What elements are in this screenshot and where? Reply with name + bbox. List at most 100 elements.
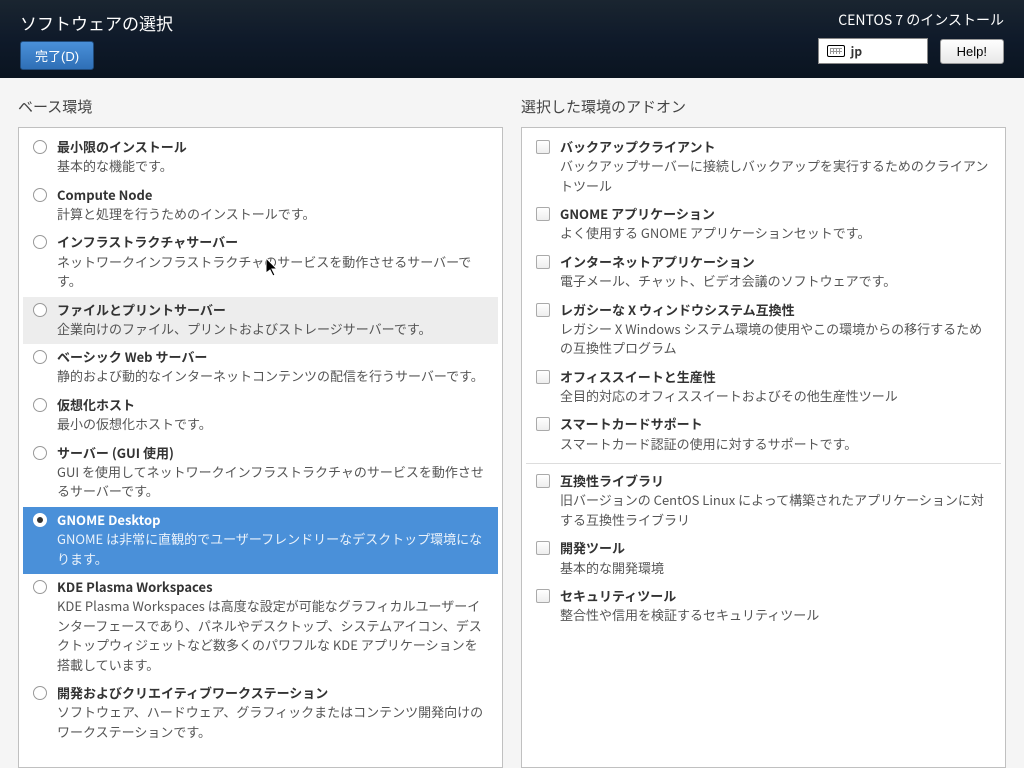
addon-item-desc: よく使用する GNOME アプリケーションセットです。 — [560, 223, 991, 243]
keyboard-icon — [827, 45, 845, 57]
addon-item-body: インターネットアプリケーション電子メール、チャット、ビデオ会議のソフトウェアです… — [560, 253, 991, 291]
radio-icon[interactable] — [33, 235, 47, 249]
base-env-item-body: KDE Plasma WorkspacesKDE Plasma Workspac… — [57, 578, 488, 674]
base-env-item-title: ファイルとプリントサーバー — [57, 301, 488, 319]
base-env-item-title: サーバー (GUI 使用) — [57, 444, 488, 462]
addons-panel: バックアップクライアントバックアップサーバーに接続しバックアップを実行するための… — [521, 127, 1006, 768]
base-env-item-desc: ネットワークインフラストラクチャのサービスを動作させるサーバーです。 — [57, 252, 488, 291]
base-env-item-body: Compute Node計算と処理を行うためのインストールです。 — [57, 186, 488, 224]
addon-item[interactable]: スマートカードサポートスマートカード認証の使用に対するサポートです。 — [526, 411, 1001, 459]
addon-item-title: セキュリティツール — [560, 587, 991, 605]
addon-item-desc: レガシー X Windows システム環境の使用やこの環境からの移行するための互… — [560, 319, 991, 358]
base-env-item-desc: GNOME は非常に直観的でユーザーフレンドリーなデスクトップ環境になります。 — [57, 529, 488, 568]
radio-icon[interactable] — [33, 350, 47, 364]
base-env-item[interactable]: Compute Node計算と処理を行うためのインストールです。 — [23, 182, 498, 230]
page-title: ソフトウェアの選択 — [20, 10, 173, 35]
checkbox-icon[interactable] — [536, 589, 550, 603]
base-env-item[interactable]: 開発およびクリエイティブワークステーションソフトウェア、ハードウェア、グラフィッ… — [23, 680, 498, 747]
addon-item-body: GNOME アプリケーションよく使用する GNOME アプリケーションセットです… — [560, 205, 991, 243]
base-env-item[interactable]: ベーシック Web サーバー静的および動的なインターネットコンテンツの配信を行う… — [23, 344, 498, 392]
base-env-item-body: サーバー (GUI 使用)GUI を使用してネットワークインフラストラクチャのサ… — [57, 444, 488, 501]
base-env-item[interactable]: KDE Plasma WorkspacesKDE Plasma Workspac… — [23, 574, 498, 680]
addon-item-title: バックアップクライアント — [560, 138, 991, 156]
addon-item-desc: 基本的な開発環境 — [560, 558, 991, 578]
base-env-item-title: 仮想化ホスト — [57, 396, 488, 414]
addon-item[interactable]: インターネットアプリケーション電子メール、チャット、ビデオ会議のソフトウェアです… — [526, 249, 1001, 297]
addon-item-title: 互換性ライブラリ — [560, 472, 991, 490]
addon-item-title: 開発ツール — [560, 539, 991, 557]
base-env-item[interactable]: 仮想化ホスト最小の仮想化ホストです。 — [23, 392, 498, 440]
addon-item-body: オフィススイートと生産性全目的対応のオフィススイートおよびその他生産性ツール — [560, 368, 991, 406]
addon-item[interactable]: 開発ツール基本的な開発環境 — [526, 535, 1001, 583]
base-env-item-title: 最小限のインストール — [57, 138, 488, 156]
addon-item-desc: 電子メール、チャット、ビデオ会議のソフトウェアです。 — [560, 271, 991, 291]
base-env-item-desc: GUI を使用してネットワークインフラストラクチャのサービスを動作させるサーバー… — [57, 462, 488, 501]
base-env-item-title: ベーシック Web サーバー — [57, 348, 488, 366]
addon-item[interactable]: セキュリティツール整合性や信用を検証するセキュリティツール — [526, 583, 1001, 631]
keyboard-layout-selector[interactable]: jp — [818, 38, 928, 64]
base-env-item-body: インフラストラクチャサーバーネットワークインフラストラクチャのサービスを動作させ… — [57, 233, 488, 290]
base-env-item-body: 開発およびクリエイティブワークステーションソフトウェア、ハードウェア、グラフィッ… — [57, 684, 488, 741]
addon-item-body: 開発ツール基本的な開発環境 — [560, 539, 991, 577]
addon-item-body: レガシーな X ウィンドウシステム互換性レガシー X Windows システム環… — [560, 301, 991, 358]
base-env-item-body: 仮想化ホスト最小の仮想化ホストです。 — [57, 396, 488, 434]
radio-icon[interactable] — [33, 686, 47, 700]
addon-item-desc: 全目的対応のオフィススイートおよびその他生産性ツール — [560, 386, 991, 406]
radio-icon[interactable] — [33, 303, 47, 317]
base-env-item[interactable]: サーバー (GUI 使用)GUI を使用してネットワークインフラストラクチャのサ… — [23, 440, 498, 507]
addon-item[interactable]: レガシーな X ウィンドウシステム互換性レガシー X Windows システム環… — [526, 297, 1001, 364]
checkbox-icon[interactable] — [536, 255, 550, 269]
checkbox-icon[interactable] — [536, 370, 550, 384]
radio-icon[interactable] — [33, 446, 47, 460]
addon-item-desc: 整合性や信用を検証するセキュリティツール — [560, 605, 991, 625]
done-button[interactable]: 完了(D) — [20, 41, 94, 70]
checkbox-icon[interactable] — [536, 417, 550, 431]
radio-icon[interactable] — [33, 513, 47, 527]
radio-icon[interactable] — [33, 140, 47, 154]
base-env-item-desc: ソフトウェア、ハードウェア、グラフィックまたはコンテンツ開発向けのワークステーシ… — [57, 702, 488, 741]
base-env-item-desc: 最小の仮想化ホストです。 — [57, 414, 488, 434]
addon-item-title: オフィススイートと生産性 — [560, 368, 991, 386]
header-bar: ソフトウェアの選択 完了(D) CENTOS 7 のインストール jp Help… — [0, 0, 1024, 78]
addon-item-title: スマートカードサポート — [560, 415, 991, 433]
checkbox-icon[interactable] — [536, 474, 550, 488]
help-button[interactable]: Help! — [940, 39, 1004, 64]
addons-heading: 選択した環境のアドオン — [521, 96, 1006, 117]
addon-item-title: インターネットアプリケーション — [560, 253, 991, 271]
radio-icon[interactable] — [33, 188, 47, 202]
base-env-item-desc: 基本的な機能です。 — [57, 156, 488, 176]
base-env-panel: 最小限のインストール基本的な機能です。 Compute Node計算と処理を行うた… — [18, 127, 503, 768]
addon-item-desc: 旧バージョンの CentOS Linux によって構築されたアプリケーションに対… — [560, 490, 991, 529]
base-env-item-title: KDE Plasma Workspaces — [57, 578, 488, 596]
base-env-item[interactable]: ファイルとプリントサーバー企業向けのファイル、プリントおよびストレージサーバーで… — [23, 297, 498, 345]
addon-item-body: セキュリティツール整合性や信用を検証するセキュリティツール — [560, 587, 991, 625]
base-env-item-body: 最小限のインストール基本的な機能です。 — [57, 138, 488, 176]
base-env-item[interactable]: 最小限のインストール基本的な機能です。 — [23, 134, 498, 182]
base-env-item[interactable]: GNOME DesktopGNOME は非常に直観的でユーザーフレンドリーなデス… — [23, 507, 498, 574]
base-env-item[interactable]: インフラストラクチャサーバーネットワークインフラストラクチャのサービスを動作させ… — [23, 229, 498, 296]
base-env-item-desc: 静的および動的なインターネットコンテンツの配信を行うサーバーです。 — [57, 366, 488, 386]
checkbox-icon[interactable] — [536, 541, 550, 555]
addon-item[interactable]: 互換性ライブラリ旧バージョンの CentOS Linux によって構築されたアプ… — [526, 468, 1001, 535]
addon-item[interactable]: オフィススイートと生産性全目的対応のオフィススイートおよびその他生産性ツール — [526, 364, 1001, 412]
addon-item[interactable]: GNOME アプリケーションよく使用する GNOME アプリケーションセットです… — [526, 201, 1001, 249]
addon-item-body: 互換性ライブラリ旧バージョンの CentOS Linux によって構築されたアプ… — [560, 472, 991, 529]
base-env-item-desc: KDE Plasma Workspaces は高度な設定が可能なグラフィカルユー… — [57, 596, 488, 674]
addon-item-title: レガシーな X ウィンドウシステム互換性 — [560, 301, 991, 319]
addon-item[interactable]: バックアップクライアントバックアップサーバーに接続しバックアップを実行するための… — [526, 134, 1001, 201]
base-env-item-body: ベーシック Web サーバー静的および動的なインターネットコンテンツの配信を行う… — [57, 348, 488, 386]
base-env-item-body: GNOME DesktopGNOME は非常に直観的でユーザーフレンドリーなデス… — [57, 511, 488, 568]
checkbox-icon[interactable] — [536, 303, 550, 317]
base-env-item-title: GNOME Desktop — [57, 511, 488, 529]
radio-icon[interactable] — [33, 398, 47, 412]
base-env-item-body: ファイルとプリントサーバー企業向けのファイル、プリントおよびストレージサーバーで… — [57, 301, 488, 339]
checkbox-icon[interactable] — [536, 207, 550, 221]
radio-icon[interactable] — [33, 580, 47, 594]
base-env-item-title: Compute Node — [57, 186, 488, 204]
base-env-heading: ベース環境 — [18, 96, 503, 117]
addon-item-title: GNOME アプリケーション — [560, 205, 991, 223]
addon-item-desc: バックアップサーバーに接続しバックアップを実行するためのクライアントツール — [560, 156, 991, 195]
checkbox-icon[interactable] — [536, 140, 550, 154]
addon-divider — [526, 463, 1001, 464]
addon-item-body: バックアップクライアントバックアップサーバーに接続しバックアップを実行するための… — [560, 138, 991, 195]
